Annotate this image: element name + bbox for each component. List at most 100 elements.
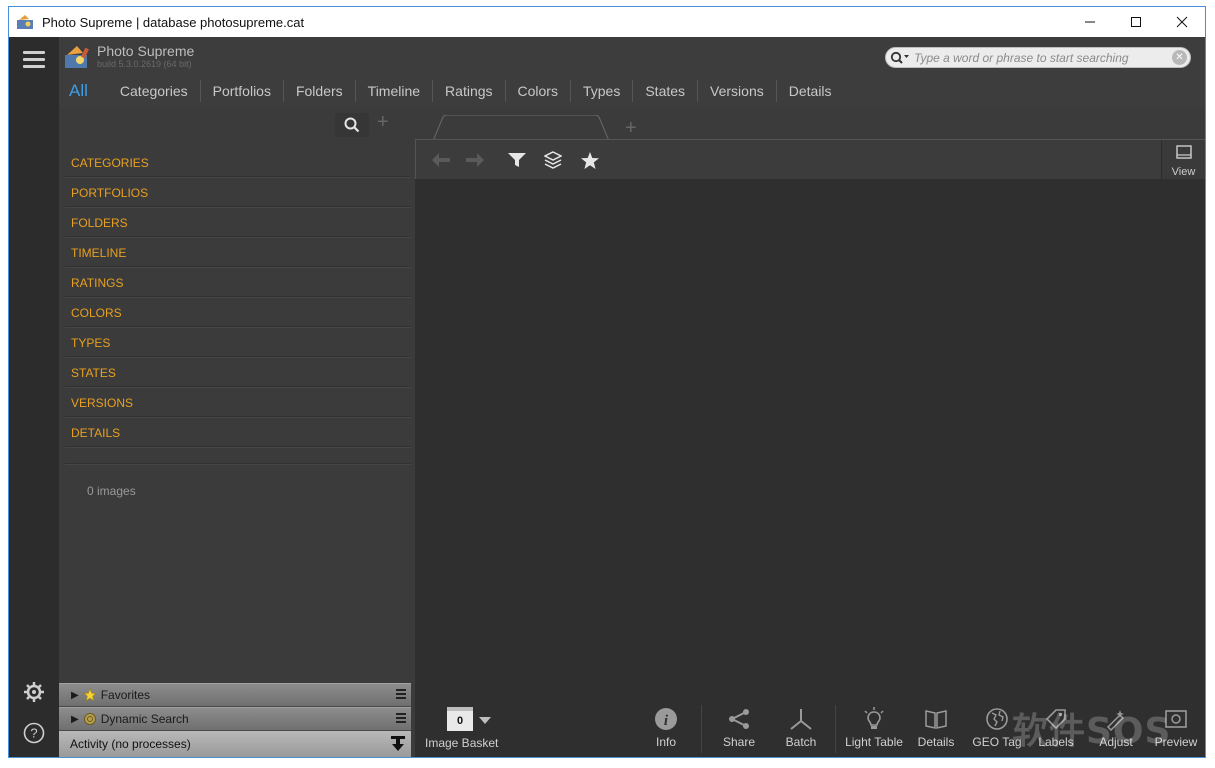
tab-portfolios[interactable]: Portfolios (201, 80, 284, 102)
info-button[interactable]: i Info (641, 707, 691, 757)
maximize-icon (1131, 17, 1141, 27)
basket-label: Image Basket (425, 736, 499, 750)
batch-button[interactable]: Batch (773, 707, 829, 757)
dynamic-search-menu-icon[interactable] (396, 713, 406, 725)
info-label: Info (655, 735, 676, 749)
build-info: build 5.3.0.2619 (64 bit) (97, 59, 192, 69)
close-button[interactable] (1159, 7, 1205, 37)
expand-arrow-icon[interactable]: ▶ (71, 690, 79, 701)
favorites-bar[interactable]: ▶ Favorites (59, 683, 411, 707)
forward-button[interactable] (460, 148, 490, 172)
help-icon[interactable]: ? (23, 722, 45, 744)
tab-categories[interactable]: Categories (108, 80, 201, 102)
dynamic-search-icon (83, 713, 96, 725)
tab-types[interactable]: Types (571, 80, 634, 102)
dynamic-search-bar[interactable]: ▶ Dynamic Search (59, 707, 411, 731)
left-panel-bottom: ▶ Favorites ▶ Dynamic Search Activity (n… (59, 683, 411, 757)
nav-item-versions[interactable]: VERSIONS (65, 387, 411, 417)
filter-icon (508, 153, 526, 167)
light-table-button[interactable]: Light Table (843, 707, 905, 757)
star-icon (581, 151, 599, 169)
nav-item-states[interactable]: STATES (65, 357, 411, 387)
tab-ratings[interactable]: Ratings (433, 80, 506, 102)
details-label: Details (917, 735, 955, 749)
download-icon[interactable] (391, 736, 405, 752)
search-field[interactable]: ✕ (885, 47, 1191, 68)
star-icon (82, 688, 97, 702)
favorite-button[interactable] (575, 148, 605, 172)
nav-item-portfolios[interactable]: PORTFOLIOS (65, 177, 411, 207)
nav-item-categories[interactable]: CATEGORIES (65, 147, 411, 177)
filter-tabs: All Categories Portfolios Folders Timeli… (69, 79, 844, 103)
nav-item-details[interactable]: DETAILS (65, 417, 411, 447)
hamburger-menu-icon[interactable] (23, 51, 45, 69)
search-input[interactable] (910, 50, 1172, 65)
app-name: Photo Supreme (97, 43, 195, 59)
maximize-button[interactable] (1113, 7, 1159, 37)
left-panel: + CATEGORIES PORTFOLIOS FOLDERS TIMELINE… (59, 107, 415, 757)
tab-states[interactable]: States (633, 80, 699, 102)
search-icon[interactable] (890, 51, 910, 65)
expand-arrow-icon[interactable]: ▶ (71, 714, 79, 725)
minimize-button[interactable] (1067, 7, 1113, 37)
image-grid-area[interactable] (415, 179, 1205, 699)
tab-details[interactable]: Details (777, 80, 844, 102)
nav-item-types[interactable]: TYPES (65, 327, 411, 357)
nav-item-folders[interactable]: FOLDERS (65, 207, 411, 237)
view-tab[interactable] (433, 115, 609, 141)
main-toolbar: View (415, 139, 1205, 180)
details-button[interactable]: Details (911, 707, 961, 757)
panel-search-button[interactable] (335, 113, 369, 137)
catalog-nav-list: CATEGORIES PORTFOLIOS FOLDERS TIMELINE R… (65, 147, 411, 447)
clear-search-icon[interactable]: ✕ (1172, 50, 1187, 65)
book-icon (925, 710, 947, 729)
tab-timeline[interactable]: Timeline (356, 80, 434, 102)
photo-supreme-logo-icon (65, 46, 89, 68)
header: Photo Supreme build 5.3.0.2619 (64 bit) … (59, 37, 1205, 107)
main-area: + View 0 Image Basket i Info Share Batch… (415, 107, 1205, 757)
activity-bar[interactable]: Activity (no processes) (59, 731, 411, 757)
share-icon (729, 709, 749, 729)
activity-label: Activity (no processes) (70, 737, 191, 751)
view-icon (1175, 145, 1192, 159)
light-table-label: Light Table (845, 735, 903, 749)
view-tab-strip: + (415, 107, 1205, 141)
nav-item-ratings[interactable]: RATINGS (65, 267, 411, 297)
nav-item-timeline[interactable]: TIMELINE (65, 237, 411, 267)
back-button[interactable] (426, 148, 456, 172)
separator (835, 705, 836, 753)
tab-versions[interactable]: Versions (698, 80, 777, 102)
layers-icon (544, 151, 562, 169)
nav-item-colors[interactable]: COLORS (65, 297, 411, 327)
batch-icon (790, 709, 812, 730)
favorites-menu-icon[interactable] (396, 689, 406, 701)
add-panel-icon[interactable]: + (377, 111, 389, 134)
globe-icon (986, 708, 1008, 730)
left-panel-toolbar: + (59, 107, 415, 139)
app-logo-icon (17, 15, 33, 29)
basket-count: 0 (447, 707, 473, 731)
arrow-right-icon (466, 153, 484, 167)
title-bar[interactable]: Photo Supreme | database photosupreme.ca… (9, 7, 1205, 37)
batch-label: Batch (785, 735, 817, 749)
separator (701, 705, 702, 753)
view-button[interactable]: View (1161, 140, 1205, 180)
lightbulb-icon (864, 707, 884, 729)
filter-button[interactable] (502, 148, 532, 172)
search-icon (344, 117, 360, 133)
chevron-down-icon[interactable] (479, 717, 491, 724)
tab-all[interactable]: All (69, 80, 108, 102)
tab-colors[interactable]: Colors (506, 80, 571, 102)
stack-button[interactable] (538, 148, 568, 172)
left-rail: ? (9, 37, 59, 757)
view-label: View (1171, 166, 1196, 178)
window-controls (1067, 7, 1205, 37)
tab-folders[interactable]: Folders (284, 80, 356, 102)
gear-icon[interactable] (23, 681, 45, 703)
image-basket-button[interactable]: 0 Image Basket (425, 707, 499, 750)
share-button[interactable]: Share (711, 707, 767, 757)
brand: Photo Supreme build 5.3.0.2619 (64 bit) (63, 43, 194, 71)
dynamic-search-label: Dynamic Search (100, 712, 189, 726)
info-icon: i (655, 708, 677, 730)
add-tab-icon[interactable]: + (625, 117, 637, 140)
